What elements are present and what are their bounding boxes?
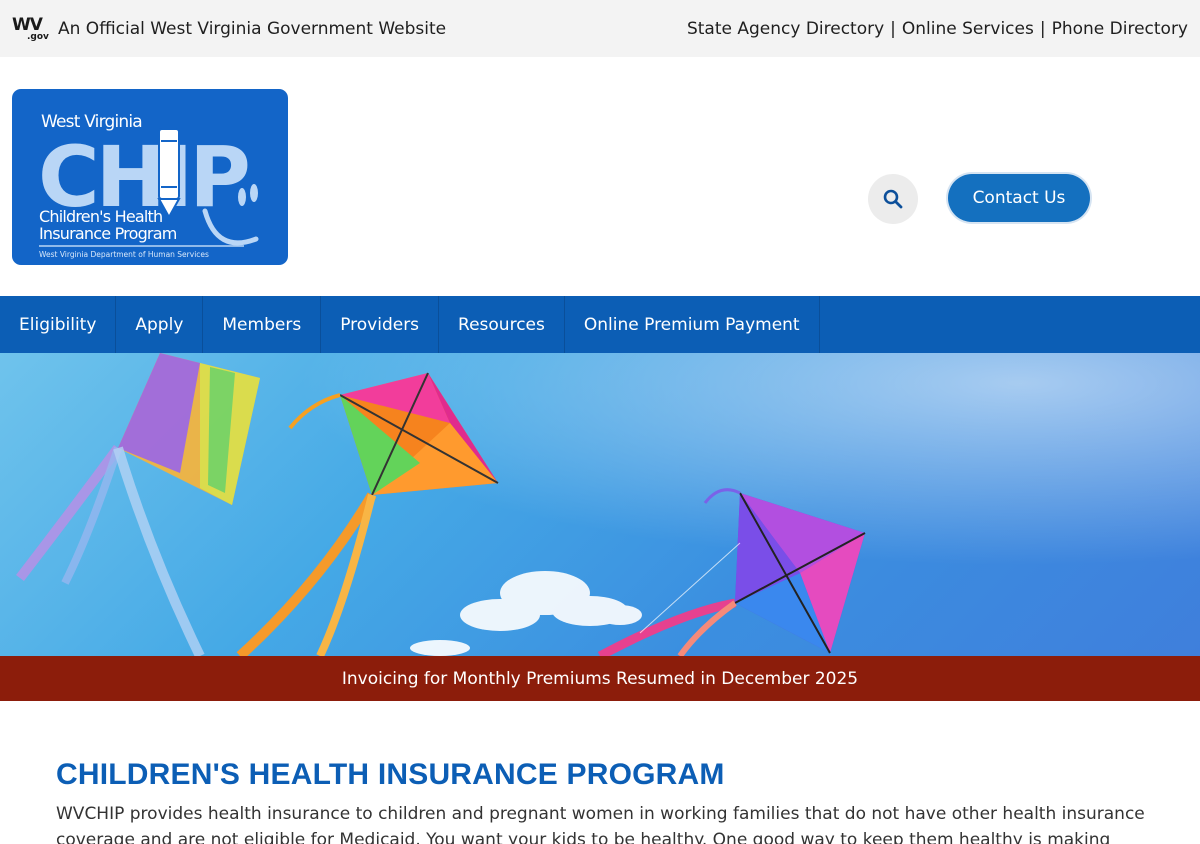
nav-item-providers[interactable]: Providers xyxy=(321,296,440,353)
nav-item-members[interactable]: Members xyxy=(203,296,322,353)
nav-item-online-premium-payment[interactable]: Online Premium Payment xyxy=(565,296,820,353)
logo-line2: Insurance Program xyxy=(39,224,177,243)
intro-paragraph: WVCHIP provides health insurance to chil… xyxy=(56,804,1145,844)
wv-logo-sub: .gov xyxy=(27,31,49,42)
link-separator: | xyxy=(890,18,896,39)
search-icon xyxy=(883,189,903,209)
search-button[interactable] xyxy=(868,174,918,224)
link-separator: | xyxy=(1039,18,1046,39)
chip-logo-graphic: CHIP West Virginia Children's Health Ins… xyxy=(38,112,259,259)
crayon-icon xyxy=(157,128,181,220)
gov-bar: WV .gov An Official West Virginia Govern… xyxy=(0,0,1200,57)
state-agency-directory-link[interactable]: State Agency Directory xyxy=(687,19,884,39)
online-services-link[interactable]: Online Services xyxy=(902,19,1034,39)
contact-us-button[interactable]: Contact Us xyxy=(948,174,1090,222)
nav-item-eligibility[interactable]: Eligibility xyxy=(0,296,117,353)
main-nav: Eligibility Apply Members Providers Reso… xyxy=(0,296,1200,353)
kites-illustration xyxy=(0,353,1200,656)
phone-directory-link[interactable]: Phone Directory xyxy=(1052,19,1188,39)
main-content: CHILDREN'S HEALTH INSURANCE PROGRAM WVCH… xyxy=(56,757,1156,844)
nav-item-apply[interactable]: Apply xyxy=(116,296,204,353)
site-header: CHIP West Virginia Children's Health Ins… xyxy=(0,57,1200,296)
official-website-text: An Official West Virginia Government Web… xyxy=(58,18,447,39)
gov-bar-links: State Agency Directory | Online Services… xyxy=(687,19,1188,39)
alert-banner[interactable]: Invoicing for Monthly Premiums Resumed i… xyxy=(0,656,1200,701)
logo-department: West Virginia Department of Human Servic… xyxy=(39,250,209,259)
nav-item-resources[interactable]: Resources xyxy=(439,296,565,353)
page-title: CHILDREN'S HEALTH INSURANCE PROGRAM xyxy=(56,758,725,791)
wv-gov-logo[interactable]: WV .gov xyxy=(12,16,49,42)
wvchip-logo[interactable]: CHIP West Virginia Children's Health Ins… xyxy=(12,89,288,265)
hero-banner xyxy=(0,353,1200,656)
gov-bar-left: WV .gov An Official West Virginia Govern… xyxy=(12,16,446,42)
logo-state: West Virginia xyxy=(41,112,142,132)
